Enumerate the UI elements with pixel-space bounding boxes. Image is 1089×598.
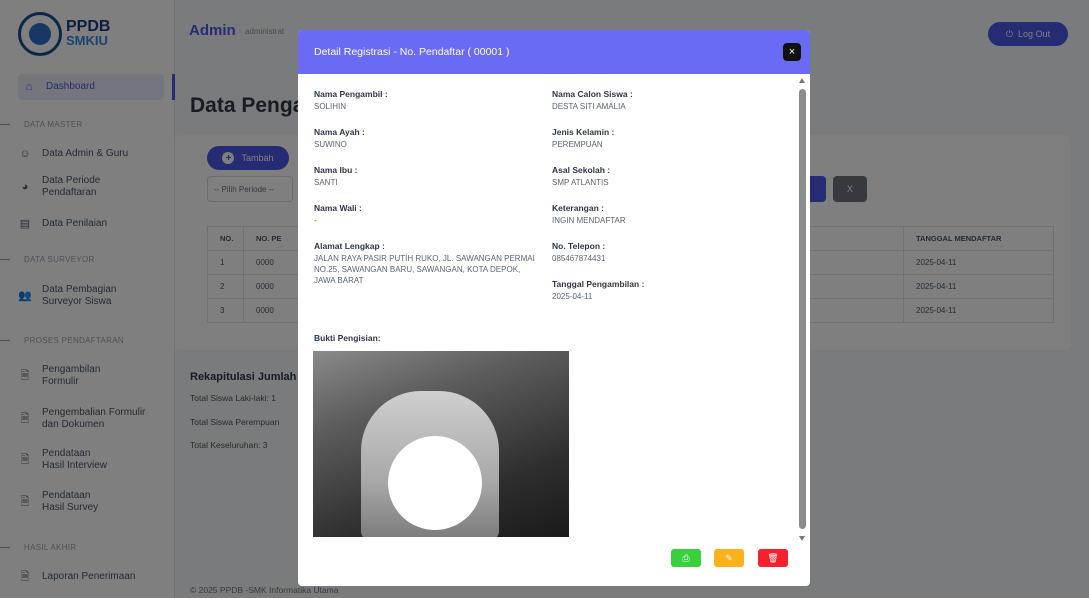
field-value: 2025-04-11 xyxy=(552,292,593,301)
field-label: Alamat Lengkap : xyxy=(314,241,385,251)
modal-header: Detail Registrasi - No. Pendaftar ( 0000… xyxy=(298,30,810,74)
modal-scrollbar[interactable] xyxy=(799,78,806,548)
bukti-photo xyxy=(313,351,569,537)
field-nama-pengambil: Nama Pengambil : SOLIHIN xyxy=(314,89,544,112)
field-value: SOLIHIN xyxy=(314,102,347,111)
scroll-down-arrow-icon[interactable] xyxy=(799,536,805,541)
trash-icon: 🗑 xyxy=(767,552,779,563)
field-asal-sekolah: Asal Sekolah : SMP ATLANTIS xyxy=(552,165,782,188)
scroll-thumb[interactable] xyxy=(799,89,806,529)
field-value: DESTA SITI AMALIA xyxy=(552,102,626,111)
detail-modal: Detail Registrasi - No. Pendaftar ( 0000… xyxy=(298,30,810,586)
print-icon: ⎙ xyxy=(682,552,690,563)
scroll-up-arrow-icon[interactable] xyxy=(799,78,805,83)
field-nama-calon-siswa: Nama Calon Siswa : DESTA SITI AMALIA xyxy=(552,89,782,112)
field-label: Jenis Kelamin : xyxy=(552,127,615,137)
field-label: Nama Pengambil : xyxy=(314,89,388,99)
field-value: JALAN RAYA PASIR PUTIH RUKO, JL. SAWANGA… xyxy=(314,254,535,285)
field-nama-ibu: Nama Ibu : SANTI xyxy=(314,165,544,188)
field-label: Nama Calon Siswa : xyxy=(552,89,633,99)
modal-title: Detail Registrasi - No. Pendaftar ( 0000… xyxy=(314,46,510,58)
field-label: Asal Sekolah : xyxy=(552,165,611,175)
field-nama-wali: Nama Wali : - xyxy=(314,203,544,226)
field-label: Keterangan : xyxy=(552,203,604,213)
field-value: SANTI xyxy=(314,178,338,187)
field-label: Nama Ibu : xyxy=(314,165,358,175)
bukti-label: Bukti Pengisian: xyxy=(314,333,381,343)
field-tanggal-pengambilan: Tanggal Pengambilan : 2025-04-11 xyxy=(552,279,782,302)
field-value: SMP ATLANTIS xyxy=(552,178,609,187)
edit-icon: ✎ xyxy=(725,552,733,563)
face-mask xyxy=(388,436,482,530)
close-button[interactable]: × xyxy=(783,43,801,61)
field-label: Nama Wali : xyxy=(314,203,362,213)
field-label: Tanggal Pengambilan : xyxy=(552,279,645,289)
field-value: - xyxy=(314,216,317,225)
delete-button[interactable]: 🗑 xyxy=(758,549,788,567)
field-label: Nama Ayah : xyxy=(314,127,365,137)
field-jenis-kelamin: Jenis Kelamin : PEREMPUAN xyxy=(552,127,782,150)
field-no-telepon: No. Telepon : 085467874431 xyxy=(552,241,782,264)
field-nama-ayah: Nama Ayah : SUWINO xyxy=(314,127,544,150)
field-keterangan: Keterangan : INGIN MENDAFTAR xyxy=(552,203,782,226)
edit-button[interactable]: ✎ xyxy=(714,549,744,567)
field-alamat: Alamat Lengkap : JALAN RAYA PASIR PUTIH … xyxy=(314,241,539,286)
field-label: No. Telepon : xyxy=(552,241,606,251)
field-value: SUWINO xyxy=(314,140,347,149)
field-value: PEREMPUAN xyxy=(552,140,603,149)
field-value: 085467874431 xyxy=(552,254,606,263)
field-value: INGIN MENDAFTAR xyxy=(552,216,626,225)
close-icon: × xyxy=(788,46,796,58)
print-button[interactable]: ⎙ xyxy=(671,549,701,567)
